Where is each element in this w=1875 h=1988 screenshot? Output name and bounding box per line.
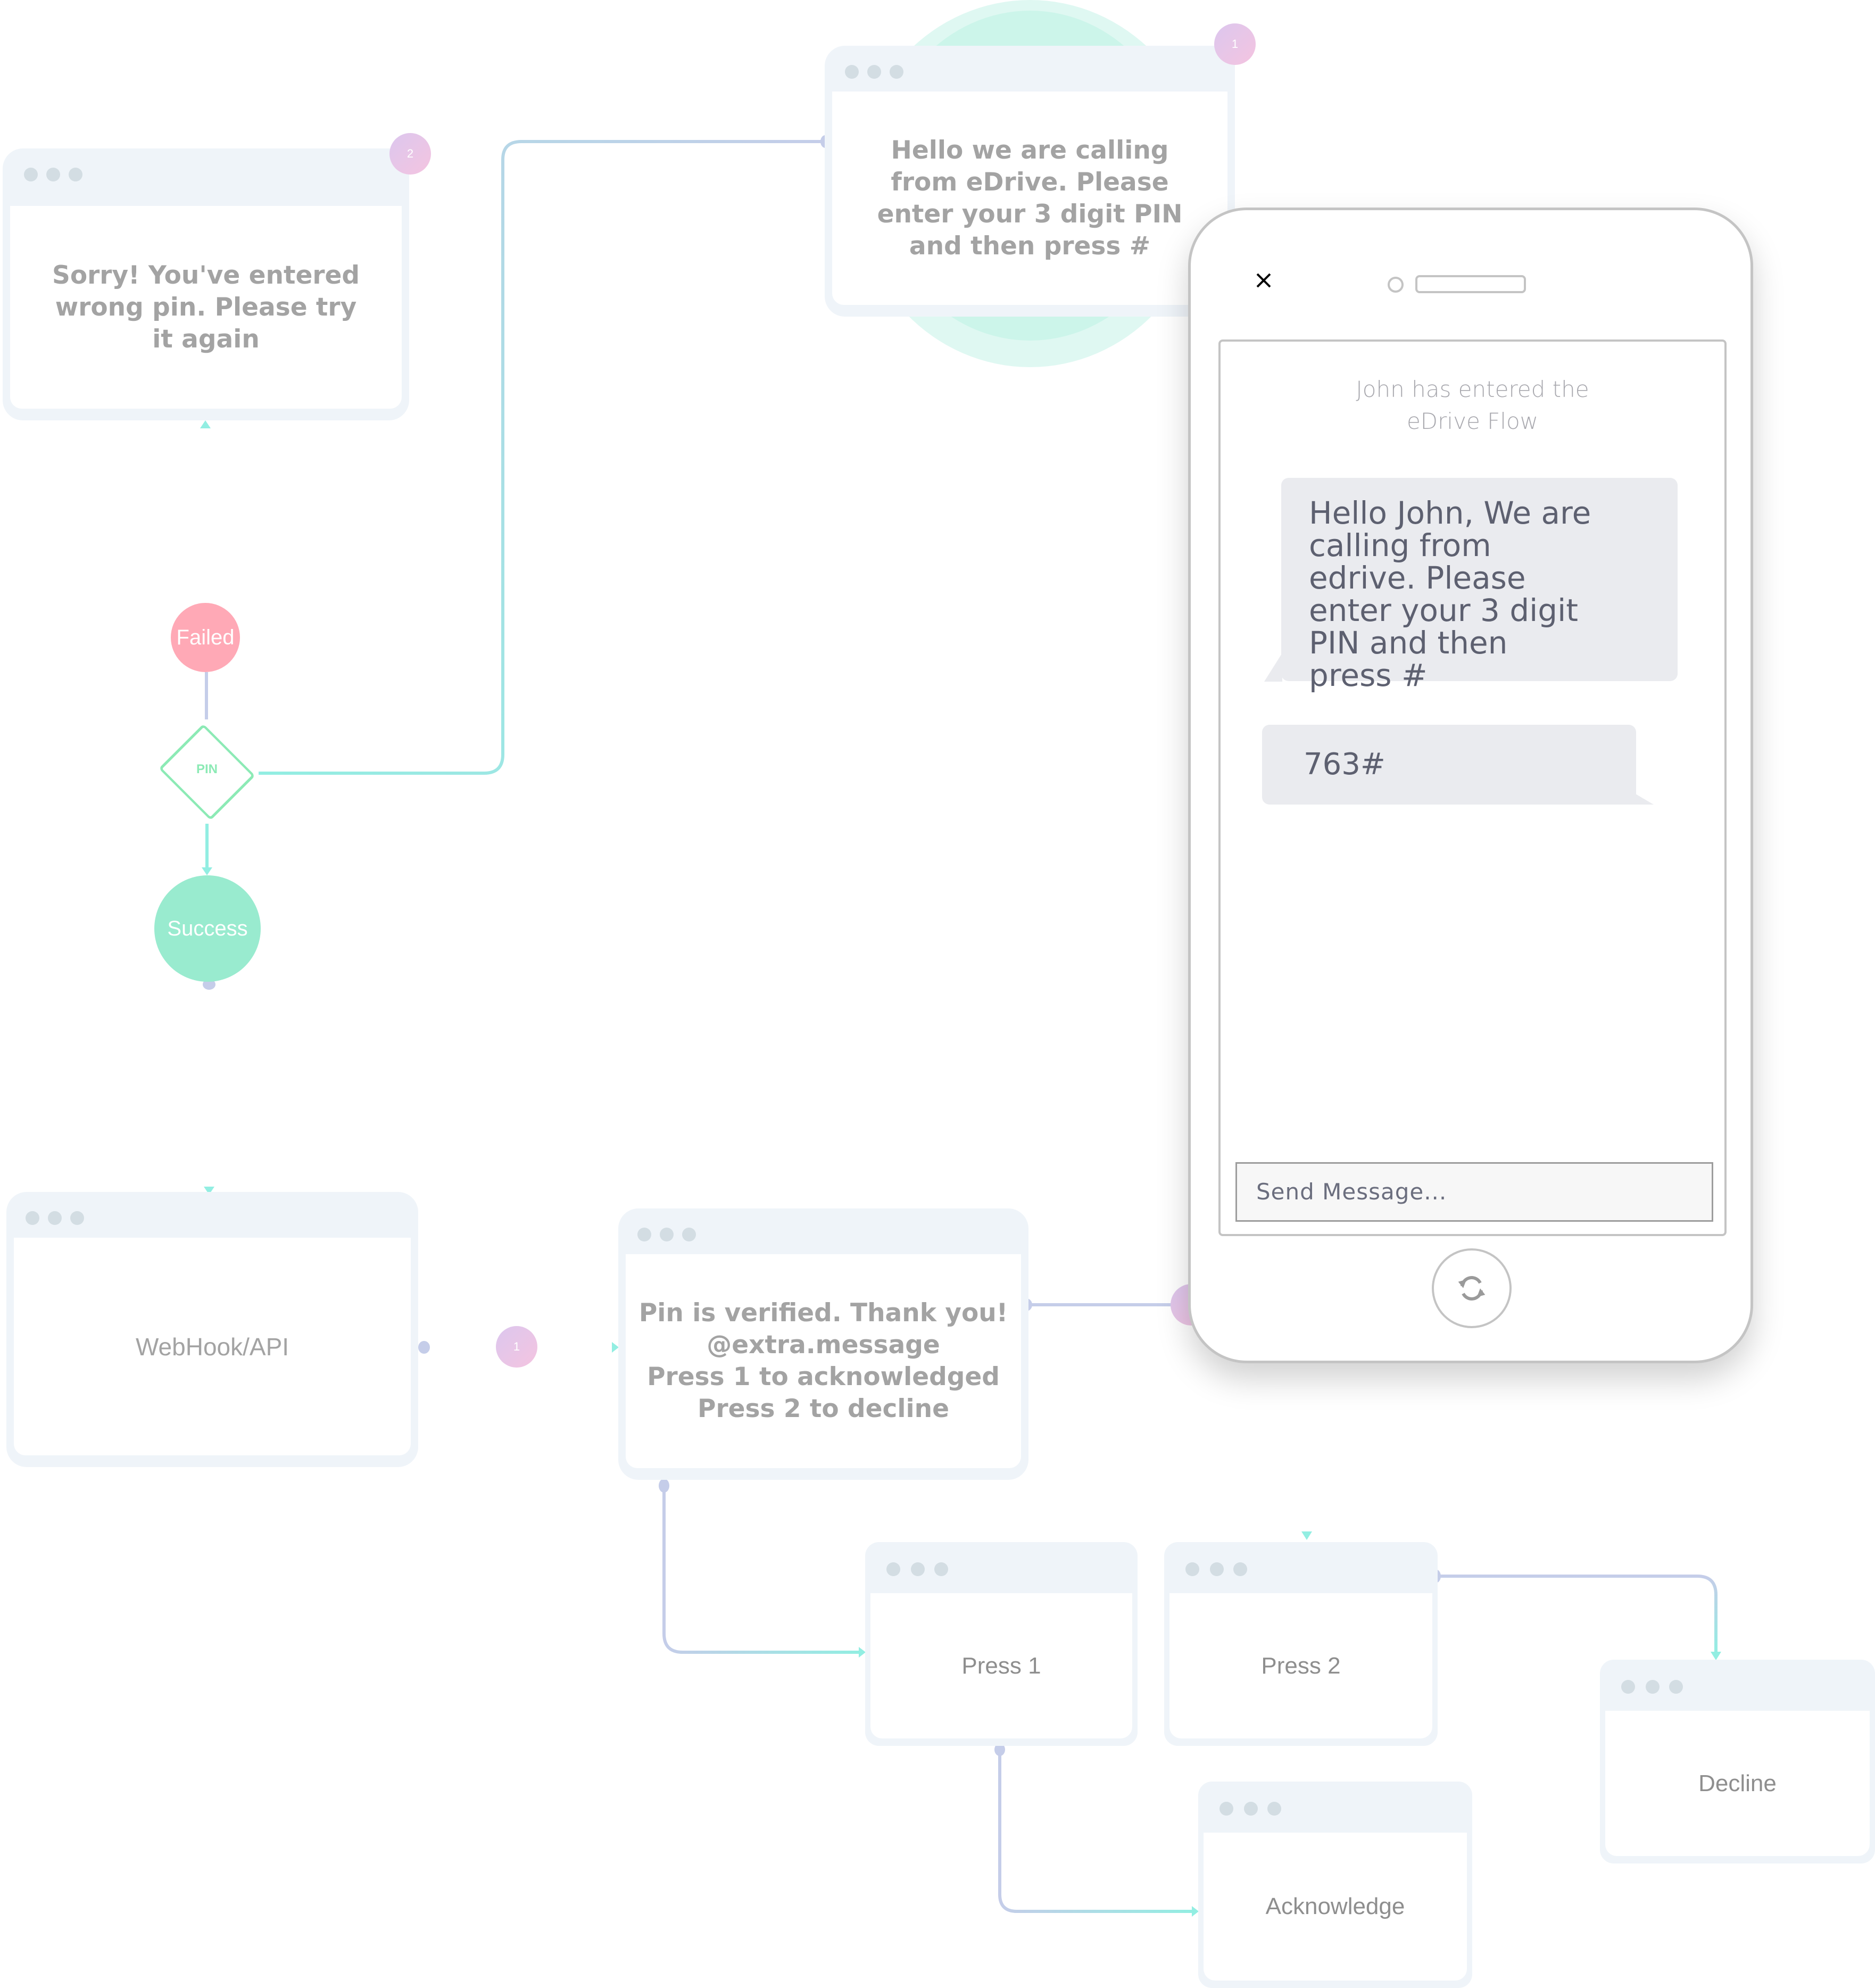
window-titlebar [6, 1192, 418, 1238]
window-body: Acknowledge [1204, 1833, 1467, 1981]
window-dot-icon [1621, 1680, 1635, 1694]
window-dot-icon [845, 65, 859, 79]
window-titlebar [618, 1208, 1028, 1254]
window-dot-icon [867, 65, 881, 79]
window-dot-icon [24, 168, 38, 181]
window-titlebar [865, 1542, 1138, 1588]
window-body: Hello we are calling from eDrive. Please… [832, 92, 1227, 305]
user-message-bubble: 763# [1262, 725, 1636, 805]
decline-text: Decline [1698, 1770, 1777, 1796]
window-dot-icon [682, 1228, 696, 1241]
window-dot-icon [26, 1211, 39, 1225]
webhook-text: WebHook/API [135, 1332, 289, 1361]
success-label: Success [167, 916, 248, 940]
chat-screen: John has entered the eDrive Flow Hello J… [1218, 339, 1727, 1236]
phone-speaker-icon [1415, 275, 1526, 293]
connector-press2-to-decline [1436, 1575, 1718, 1654]
window-body: WebHook/API [14, 1238, 411, 1455]
decline-node[interactable]: Decline [1600, 1660, 1875, 1863]
window-titlebar [825, 46, 1235, 92]
window-titlebar [3, 148, 409, 194]
connector-verified-to-press1 [662, 1486, 861, 1654]
refresh-icon [1458, 1276, 1486, 1301]
window-dot-icon [70, 1211, 84, 1225]
window-titlebar [1600, 1660, 1875, 1705]
window-body: Press 1 [870, 1593, 1132, 1738]
window-dot-icon [660, 1228, 674, 1241]
window-dot-icon [934, 1562, 948, 1576]
window-dot-icon [1185, 1562, 1199, 1576]
arrowhead [200, 420, 211, 428]
window-dot-icon [886, 1562, 900, 1576]
window-dot-icon [46, 168, 60, 181]
window-dot-icon [911, 1562, 925, 1576]
window-titlebar [1198, 1782, 1472, 1827]
window-titlebar [1164, 1542, 1438, 1588]
bot-message-text: Hello John, We are calling from edrive. … [1309, 495, 1591, 693]
verified-node[interactable]: Pin is verified. Thank you! @extra.messa… [618, 1208, 1028, 1480]
window-dot-icon [1267, 1802, 1281, 1816]
step-badge: 1 [496, 1326, 537, 1368]
window-body: Pin is verified. Thank you! @extra.messa… [626, 1254, 1021, 1468]
webhook-node[interactable]: WebHook/API [6, 1192, 418, 1467]
window-dot-icon [1669, 1680, 1683, 1694]
refresh-button[interactable] [1432, 1248, 1512, 1328]
window-body: Decline [1605, 1711, 1870, 1856]
window-dot-icon [48, 1211, 62, 1225]
phone-camera-icon [1388, 277, 1404, 293]
verified-line: Pin is verified. Thank you! [638, 1298, 1008, 1328]
window-dot-icon [1219, 1802, 1233, 1816]
window-dot-icon [1233, 1562, 1247, 1576]
press2-text: Press 2 [1261, 1652, 1341, 1679]
arrowhead [202, 867, 212, 875]
window-dot-icon [1244, 1802, 1258, 1816]
step-badge: 2 [389, 133, 431, 175]
press2-node[interactable]: Press 2 [1164, 1542, 1438, 1746]
verified-line: Press 2 to decline [698, 1394, 949, 1423]
acknowledge-text: Acknowledge [1265, 1893, 1405, 1919]
bot-message-bubble: Hello John, We are calling from edrive. … [1281, 478, 1678, 692]
phone-simulator: John has entered the eDrive Flow Hello J… [1188, 208, 1753, 1363]
step-badge: 1 [1214, 23, 1256, 65]
system-message: John has entered the eDrive Flow [1356, 376, 1589, 434]
window-dot-icon [637, 1228, 651, 1241]
verified-text: Pin is verified. Thank you! @extra.messa… [639, 1297, 1008, 1425]
wrong-pin-text: Sorry! You've entered wrong pin. Please … [52, 260, 360, 354]
wrong-pin-node[interactable]: Sorry! You've entered wrong pin. Please … [3, 148, 409, 420]
success-node[interactable]: Success [154, 875, 261, 982]
press1-node[interactable]: Press 1 [865, 1542, 1138, 1746]
arrowhead [1301, 1531, 1312, 1540]
arrowhead [1711, 1652, 1721, 1660]
window-body: Press 2 [1169, 1593, 1432, 1738]
failed-label: Failed [176, 625, 235, 649]
failed-node[interactable]: Failed [171, 603, 240, 672]
verified-line: Press 1 to acknowledged [647, 1362, 1000, 1391]
window-dot-icon [1210, 1562, 1224, 1576]
bubble-tail [1264, 653, 1282, 682]
press1-text: Press 1 [961, 1652, 1041, 1679]
greeting-text: Hello we are calling from eDrive. Please… [877, 135, 1183, 261]
connector-press1-to-acknowledge [998, 1750, 1194, 1913]
send-message-input[interactable]: Send Message... [1235, 1162, 1713, 1222]
close-icon[interactable] [1253, 270, 1274, 291]
window-body: Sorry! You've entered wrong pin. Please … [10, 206, 402, 409]
user-message-text: 763# [1304, 747, 1385, 782]
window-dot-icon [1646, 1680, 1660, 1694]
pin-label: PIN [196, 762, 218, 776]
greeting-node[interactable]: Hello we are calling from eDrive. Please… [825, 46, 1235, 317]
window-dot-icon [890, 65, 903, 79]
verified-line: @extra.message [707, 1330, 940, 1360]
bubble-tail [1636, 794, 1654, 805]
window-dot-icon [69, 168, 82, 181]
acknowledge-node[interactable]: Acknowledge [1198, 1782, 1472, 1988]
